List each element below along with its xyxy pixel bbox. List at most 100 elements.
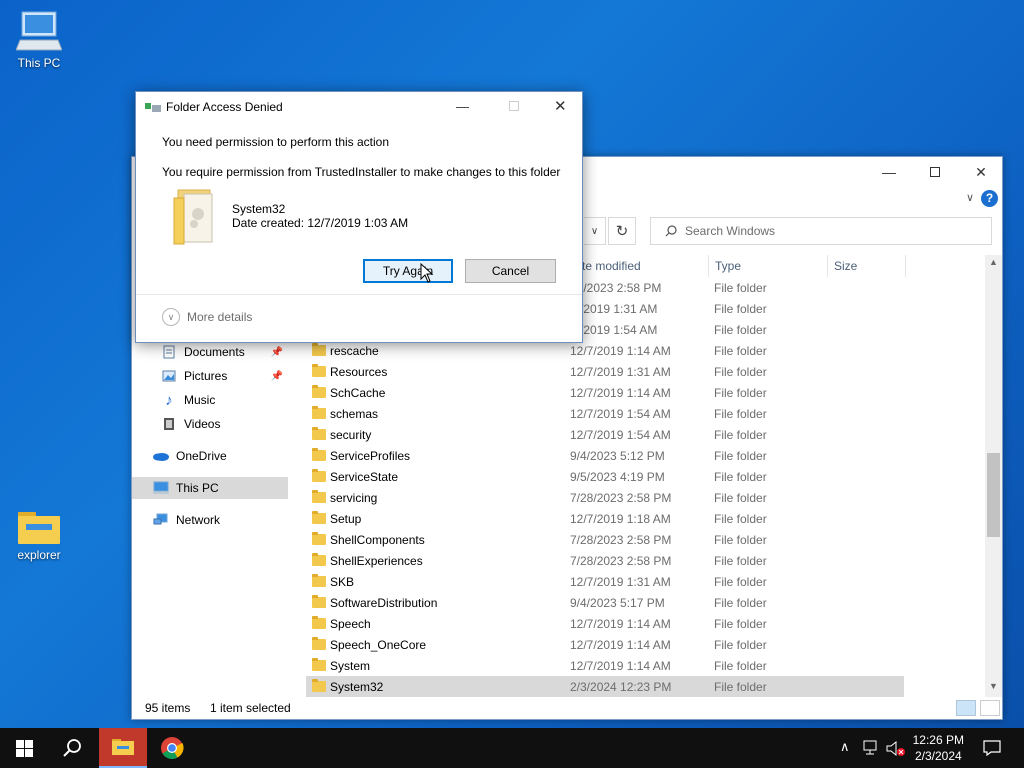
pin-icon[interactable]: 📌 [271,371,283,382]
volume-muted-icon[interactable] [886,740,906,758]
search-box[interactable] [650,217,992,245]
nav-item-music[interactable]: ♪ Music [160,389,289,411]
row-type: File folder [714,658,767,673]
table-row[interactable]: Resources 12/7/2019 1:31 AM File folder [306,361,904,382]
nav-item-label: Videos [184,417,221,431]
search-input[interactable] [685,224,965,238]
row-name: rescache [330,343,379,358]
network-icon [152,513,170,527]
nav-item-this-pc[interactable]: This PC [132,477,288,499]
network-icon[interactable] [862,740,880,756]
table-row[interactable]: SoftwareDistribution 9/4/2023 5:17 PM File… [306,592,904,613]
table-row[interactable]: security 12/7/2019 1:54 AM File folder [306,424,904,445]
folder-icon [312,427,326,440]
vertical-scrollbar[interactable]: ▲ ▼ [985,255,1002,697]
table-row[interactable]: SKB 12/7/2019 1:31 AM File folder [306,571,904,592]
nav-item-network[interactable]: Network [152,509,289,531]
folder-icon [312,385,326,398]
column-header-type[interactable]: Type [708,255,828,277]
table-row[interactable]: Setup 12/7/2019 1:18 AM File folder [306,508,904,529]
minimize-button[interactable]: — [456,99,469,114]
scrollbar-thumb[interactable] [987,453,1000,537]
windows-icon [15,739,33,757]
table-row[interactable]: ServiceState 9/5/2023 4:19 PM File folder [306,466,904,487]
search-button[interactable] [48,728,96,768]
pin-icon[interactable]: 📌 [271,347,283,358]
row-date: 9/4/2023 5:17 PM [570,595,665,610]
row-name: Resources [330,364,388,379]
table-row[interactable]: schemas 12/7/2019 1:54 AM File folder [306,403,904,424]
details-view-icon[interactable] [956,700,976,716]
column-header-date[interactable]: te modified [576,255,708,277]
row-date: 28/2023 2:58 PM [570,280,662,295]
try-again-button[interactable]: Try Again [363,259,453,283]
table-row[interactable]: System 12/7/2019 1:14 AM File folder [306,655,904,676]
desktop-icon-explorer[interactable]: explorer [4,508,74,562]
row-name: Speech [330,616,371,631]
start-button[interactable] [0,728,48,768]
folder-icon [312,469,326,482]
row-name: security [330,427,372,442]
maximize-button[interactable] [912,157,958,187]
documents-icon [160,345,178,359]
address-dropdown[interactable]: ∨ [584,217,606,245]
nav-item-documents[interactable]: Documents 📌 [160,341,289,363]
cancel-button[interactable]: Cancel [465,259,556,283]
row-date: 12/7/2019 1:14 AM [570,385,671,400]
row-type: File folder [714,385,767,400]
taskbar-file-explorer[interactable] [99,728,147,768]
table-row[interactable]: ShellComponents 7/28/2023 2:58 PM File fol… [306,529,904,550]
column-header-label: te modified [582,259,641,273]
folder-icon [312,511,326,524]
selection-count: 1 item selected [210,701,291,715]
row-type: File folder [714,532,767,547]
chrome-icon [161,737,184,759]
taskbar-clock[interactable]: 12:26 PM 2/3/2024 [913,732,964,764]
close-button[interactable]: ✕ [958,157,1004,187]
column-header-label: Type [715,259,742,273]
nav-item-label: OneDrive [176,449,227,463]
computer-icon [16,11,62,51]
scroll-up-icon[interactable]: ▲ [985,257,1002,271]
nav-item-onedrive[interactable]: OneDrive [152,445,289,467]
folder-icon [312,448,326,461]
desktop-icon-this-pc[interactable]: This PC [4,10,74,70]
table-row-selected[interactable]: System32 2/3/2024 12:23 PM File folder [306,676,904,697]
help-icon[interactable]: ? [981,190,998,207]
table-row[interactable]: ShellExperiences 7/28/2023 2:58 PM File fo… [306,550,904,571]
table-row[interactable]: SchCache 12/7/2019 1:14 AM File folder [306,382,904,403]
taskbar-chrome[interactable] [148,728,196,768]
column-header-size[interactable]: Size [828,255,906,277]
row-date: 7/28/2023 2:58 PM [570,553,672,568]
row-name: SoftwareDistribution [330,595,438,610]
table-row[interactable]: Speech_OneCore 12/7/2019 1:14 AM File fold… [306,634,904,655]
table-row[interactable]: ServiceProfiles 9/4/2023 5:12 PM File fold… [306,445,904,466]
row-name: System32 [330,679,384,694]
row-type: File folder [714,301,767,316]
dialog-titlebar[interactable]: Folder Access Denied — ✕ [136,92,582,122]
table-row[interactable]: servicing 7/28/2023 2:58 PM File folder [306,487,904,508]
search-icon [665,225,677,237]
notifications-button[interactable] [968,728,1016,768]
desktop-icon-label: explorer [17,548,61,562]
table-row[interactable]: rescache 12/7/2019 1:14 AM File folder [306,340,904,361]
chevron-down-icon[interactable]: ∨ [966,191,974,204]
chevron-up-icon[interactable]: ∧ [840,739,850,755]
large-icons-view-icon[interactable] [980,700,1000,716]
maximize-button [509,101,519,111]
scroll-down-icon[interactable]: ▼ [985,681,1002,695]
row-date: 9/4/2023 5:12 PM [570,448,665,463]
close-icon: ✕ [975,163,987,180]
row-type: File folder [714,637,767,652]
more-details-toggle[interactable]: ∨ More details [162,308,252,326]
taskbar: ∧ 12:26 PM 2/3/2024 [0,728,1024,768]
table-row[interactable]: Speech 12/7/2019 1:14 AM File folder [306,613,904,634]
refresh-button[interactable]: ↻ [608,217,636,245]
row-type: File folder [714,406,767,421]
nav-item-videos[interactable]: Videos [160,413,289,435]
videos-icon [160,417,178,431]
close-button[interactable]: ✕ [554,97,567,115]
minimize-button[interactable]: — [866,157,912,187]
row-date: 12/7/2019 1:31 AM [570,364,671,379]
nav-item-pictures[interactable]: Pictures 📌 [160,365,289,387]
